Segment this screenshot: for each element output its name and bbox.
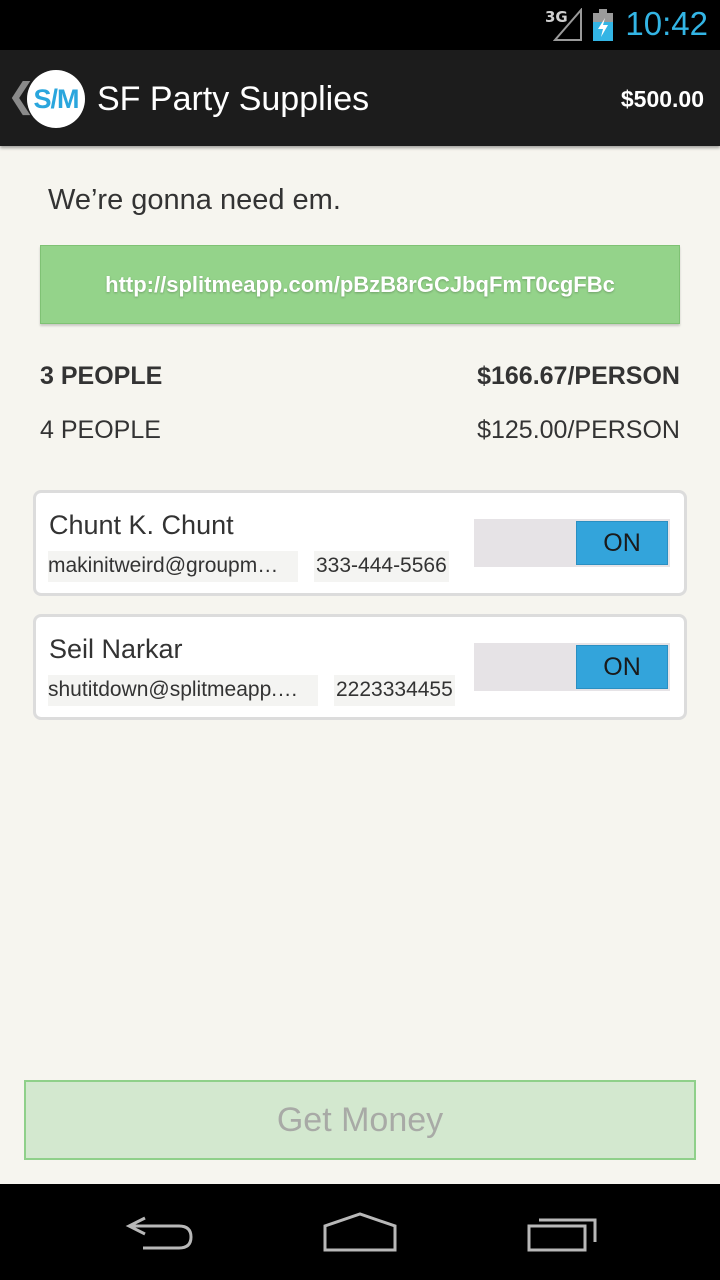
share-link-button[interactable]: http://splitmeapp.com/pBzB8rGCJbqFmT0cgF… [40,245,680,324]
split-per-person-amount: $125.00/PERSON [477,416,680,444]
include-contact-toggle[interactable]: ON [474,643,670,691]
split-option-row[interactable]: 3 PEOPLE $166.67/PERSON [40,362,680,391]
contact-phone: 2223334455 [334,675,455,706]
split-option-row[interactable]: 4 PEOPLE $125.00/PERSON [40,416,680,445]
app-logo: S/M [27,70,85,128]
bill-description: We’re gonna need em. [48,184,341,216]
contact-name: Seil Narkar [49,634,183,664]
recent-apps-icon[interactable] [517,1204,607,1260]
get-money-button[interactable]: Get Money [24,1080,696,1160]
home-icon[interactable] [315,1204,405,1260]
contact-name: Chunt K. Chunt [49,510,234,540]
toggle-on-knob: ON [576,645,668,689]
contact-card[interactable]: Chunt K. Chunt makinitweird@groupm… 333-… [33,490,687,596]
app-logo-text: S/M [33,83,79,114]
split-people-count: 4 PEOPLE [40,416,161,444]
split-per-person-amount: $166.67/PERSON [477,362,680,390]
action-bar: ❮ S/M SF Party Supplies $500.00 [0,50,720,146]
up-navigation-button[interactable]: ❮ S/M [0,50,90,146]
signal-icon [552,7,583,42]
contact-email: makinitweird@groupm… [48,551,298,582]
battery-charging-icon [591,8,615,42]
include-contact-toggle[interactable]: ON [474,519,670,567]
page-title: SF Party Supplies [97,80,370,118]
split-people-count: 3 PEOPLE [40,362,163,390]
clock: 10:42 [625,5,708,42]
total-amount: $500.00 [620,86,704,112]
contact-email: shutitdown@splitmeapp.… [48,675,318,706]
system-navigation-bar [0,1184,720,1280]
contact-phone: 333-444-5566 [314,551,449,582]
back-icon[interactable] [115,1204,205,1260]
contact-card[interactable]: Seil Narkar shutitdown@splitmeapp.… 2223… [33,614,687,720]
toggle-on-knob: ON [576,521,668,565]
status-bar: 3G 10:42 [0,0,720,50]
